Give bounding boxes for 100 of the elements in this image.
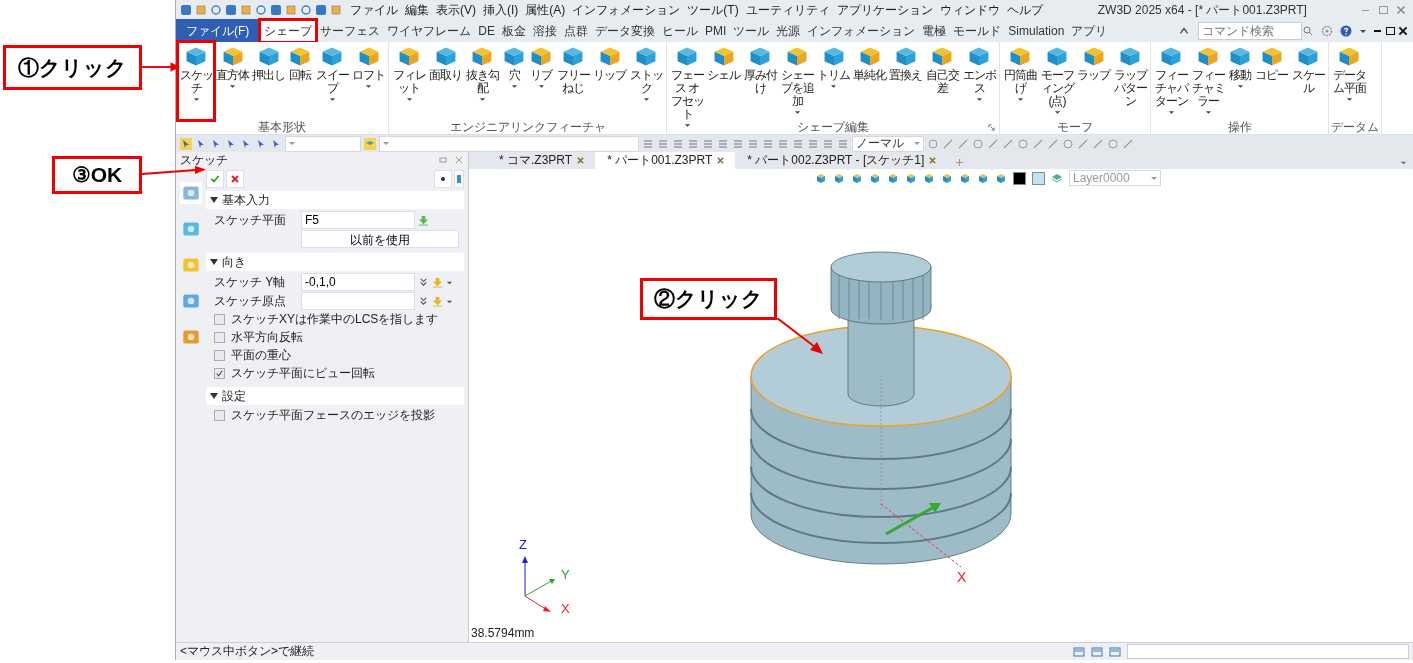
menu-item[interactable]: ウィンドウ — [936, 1, 1003, 19]
ribbon-button[interactable]: シェル — [706, 42, 741, 120]
help-button[interactable] — [454, 170, 464, 188]
dialog-launcher-icon[interactable] — [988, 124, 995, 131]
ribbon-tab[interactable]: 溶接 — [530, 20, 560, 42]
ribbon-button[interactable]: スケール — [1290, 42, 1326, 120]
ribbon-tab[interactable]: Simulation — [1005, 22, 1068, 40]
ribbon-button[interactable]: フィーチャミラー — [1190, 42, 1226, 120]
ribbon-tab[interactable]: データ変換 — [592, 20, 658, 42]
menu-item[interactable]: インフォメーション — [569, 1, 684, 19]
download-arrow-icon[interactable] — [418, 214, 429, 226]
menu-item[interactable]: ツール(T) — [684, 1, 742, 19]
ribbon-button[interactable]: ロフト — [351, 42, 386, 120]
ribbon-button[interactable]: 面取り — [428, 42, 463, 120]
settings-icon[interactable] — [1321, 25, 1333, 37]
ribbon-tab[interactable]: ヒール — [659, 20, 701, 42]
menu-item[interactable]: ヘルプ — [1003, 1, 1046, 19]
ribbon-tab[interactable]: シェープ — [260, 20, 317, 42]
checkbox[interactable] — [214, 368, 225, 379]
menu-item[interactable]: 編集 — [402, 1, 432, 19]
ribbon-tab[interactable]: ツール — [730, 20, 773, 42]
checkbox[interactable] — [214, 410, 225, 421]
ribbon-button[interactable]: 直方体 — [215, 42, 250, 120]
close-icon[interactable] — [1397, 25, 1409, 37]
ribbon-tab[interactable]: サーフェス — [317, 20, 384, 42]
use-previous-button[interactable]: 以前を使用 — [301, 230, 459, 248]
menu-item[interactable]: 挿入(I) — [480, 1, 522, 19]
help-icon[interactable] — [1340, 25, 1352, 37]
document-tab[interactable]: * パート002.Z3PRT - [スケッチ1] — [735, 152, 948, 169]
cancel-button[interactable] — [226, 170, 244, 188]
ribbon-tab[interactable]: モールド — [950, 20, 1005, 42]
ribbon-button[interactable]: スケッチ — [178, 42, 214, 120]
ribbon-button[interactable]: エンボス — [961, 42, 997, 120]
ribbon-button[interactable]: ラップ — [1076, 42, 1111, 120]
command-search-field[interactable]: コマンド検索 — [1198, 22, 1302, 40]
ribbon-button[interactable]: スイープ — [314, 42, 350, 120]
ribbon-button[interactable]: ラップパターン — [1112, 42, 1148, 120]
ribbon-tab[interactable]: DE — [475, 22, 498, 40]
input-field[interactable]: F5 — [301, 211, 415, 229]
ribbon-button[interactable]: コピー — [1254, 42, 1289, 120]
ribbon-button[interactable]: フィーチャパターン — [1153, 42, 1189, 120]
ribbon-button[interactable]: データム平面 — [1331, 42, 1367, 120]
section-header[interactable]: 基本入力 — [206, 191, 464, 209]
input-field[interactable] — [301, 292, 415, 310]
ribbon-button[interactable]: トリム — [816, 42, 851, 120]
checkbox[interactable] — [214, 332, 225, 343]
document-tab[interactable]: * パート001.Z3PRT — [595, 152, 736, 169]
ribbon-button[interactable]: フィレット — [391, 42, 427, 120]
menu-item[interactable]: 属性(A) — [522, 1, 569, 19]
ribbon-button[interactable]: ストック — [628, 42, 664, 120]
ribbon-tab[interactable]: 電極 — [919, 20, 950, 42]
menu-item[interactable]: ファイル — [347, 1, 401, 19]
ribbon-tab[interactable]: PMI — [702, 22, 730, 40]
search-icon[interactable] — [1303, 26, 1313, 36]
document-tab[interactable]: * コマ.Z3PRT — [487, 152, 596, 169]
view-mode-icon[interactable] — [1073, 645, 1085, 658]
input-field[interactable]: -0,1,0 — [301, 273, 415, 291]
ribbon-tab[interactable]: 点群 — [561, 20, 591, 42]
ribbon-button[interactable]: 置換え — [888, 42, 923, 120]
ribbon-tab[interactable]: 光源 — [773, 20, 804, 42]
ribbon-button[interactable]: フリーねじ — [555, 42, 591, 120]
double-chevron-icon[interactable] — [418, 276, 429, 288]
layers-icon[interactable] — [1051, 172, 1063, 184]
ribbon-tab[interactable]: アプリ — [1068, 20, 1111, 42]
ok-button[interactable] — [206, 170, 224, 188]
ribbon-button[interactable]: 押出し — [251, 42, 286, 120]
ribbon-button[interactable]: 移動 — [1227, 42, 1253, 120]
color-swatch[interactable] — [1013, 171, 1026, 185]
dropdown-field[interactable] — [379, 135, 639, 152]
ribbon-button[interactable]: フェース オフセット — [669, 42, 705, 120]
ribbon-tab[interactable]: ワイヤフレーム — [384, 20, 475, 42]
checkbox[interactable] — [214, 314, 225, 325]
menu-item[interactable]: ユーティリティ — [742, 1, 833, 19]
ribbon-button[interactable]: 回転 — [287, 42, 313, 120]
ribbon-tab[interactable]: 板金 — [499, 20, 529, 42]
ribbon-button[interactable]: リップ — [592, 42, 627, 120]
pin-icon[interactable] — [438, 155, 448, 165]
view-mode-icon[interactable] — [1091, 645, 1103, 658]
dropdown-field[interactable] — [285, 135, 361, 152]
ribbon-button[interactable]: モーフィング(点) — [1039, 42, 1075, 120]
dot-button[interactable] — [434, 170, 452, 188]
ribbon-button[interactable]: シェープを追加 — [779, 42, 815, 120]
ribbon-button[interactable]: 厚み付け — [742, 42, 778, 120]
ribbon-button[interactable]: 単純化 — [852, 42, 887, 120]
section-header[interactable]: 向き — [206, 253, 464, 271]
double-chevron-icon[interactable] — [418, 295, 429, 307]
selection-filter-dropdown[interactable]: ノーマル — [852, 135, 924, 152]
menu-item[interactable]: 表示(V) — [433, 1, 479, 19]
ribbon-tab[interactable]: インフォメーション — [804, 20, 919, 42]
ribbon-button[interactable]: 自己交差 — [924, 42, 960, 120]
view-mode-icon[interactable] — [1109, 645, 1121, 658]
ribbon-button[interactable]: 円筒曲げ — [1002, 42, 1038, 120]
color-swatch[interactable] — [1032, 171, 1045, 185]
checkbox[interactable] — [214, 350, 225, 361]
menu-item[interactable]: アプリケーション — [833, 1, 936, 19]
ribbon-button[interactable]: リブ — [528, 42, 554, 120]
restore-icon[interactable] — [1384, 25, 1396, 37]
section-header[interactable]: 設定 — [206, 387, 464, 405]
ribbon-button[interactable]: 抜き勾配 — [464, 42, 500, 120]
ribbon-button[interactable]: 穴 — [501, 42, 527, 120]
